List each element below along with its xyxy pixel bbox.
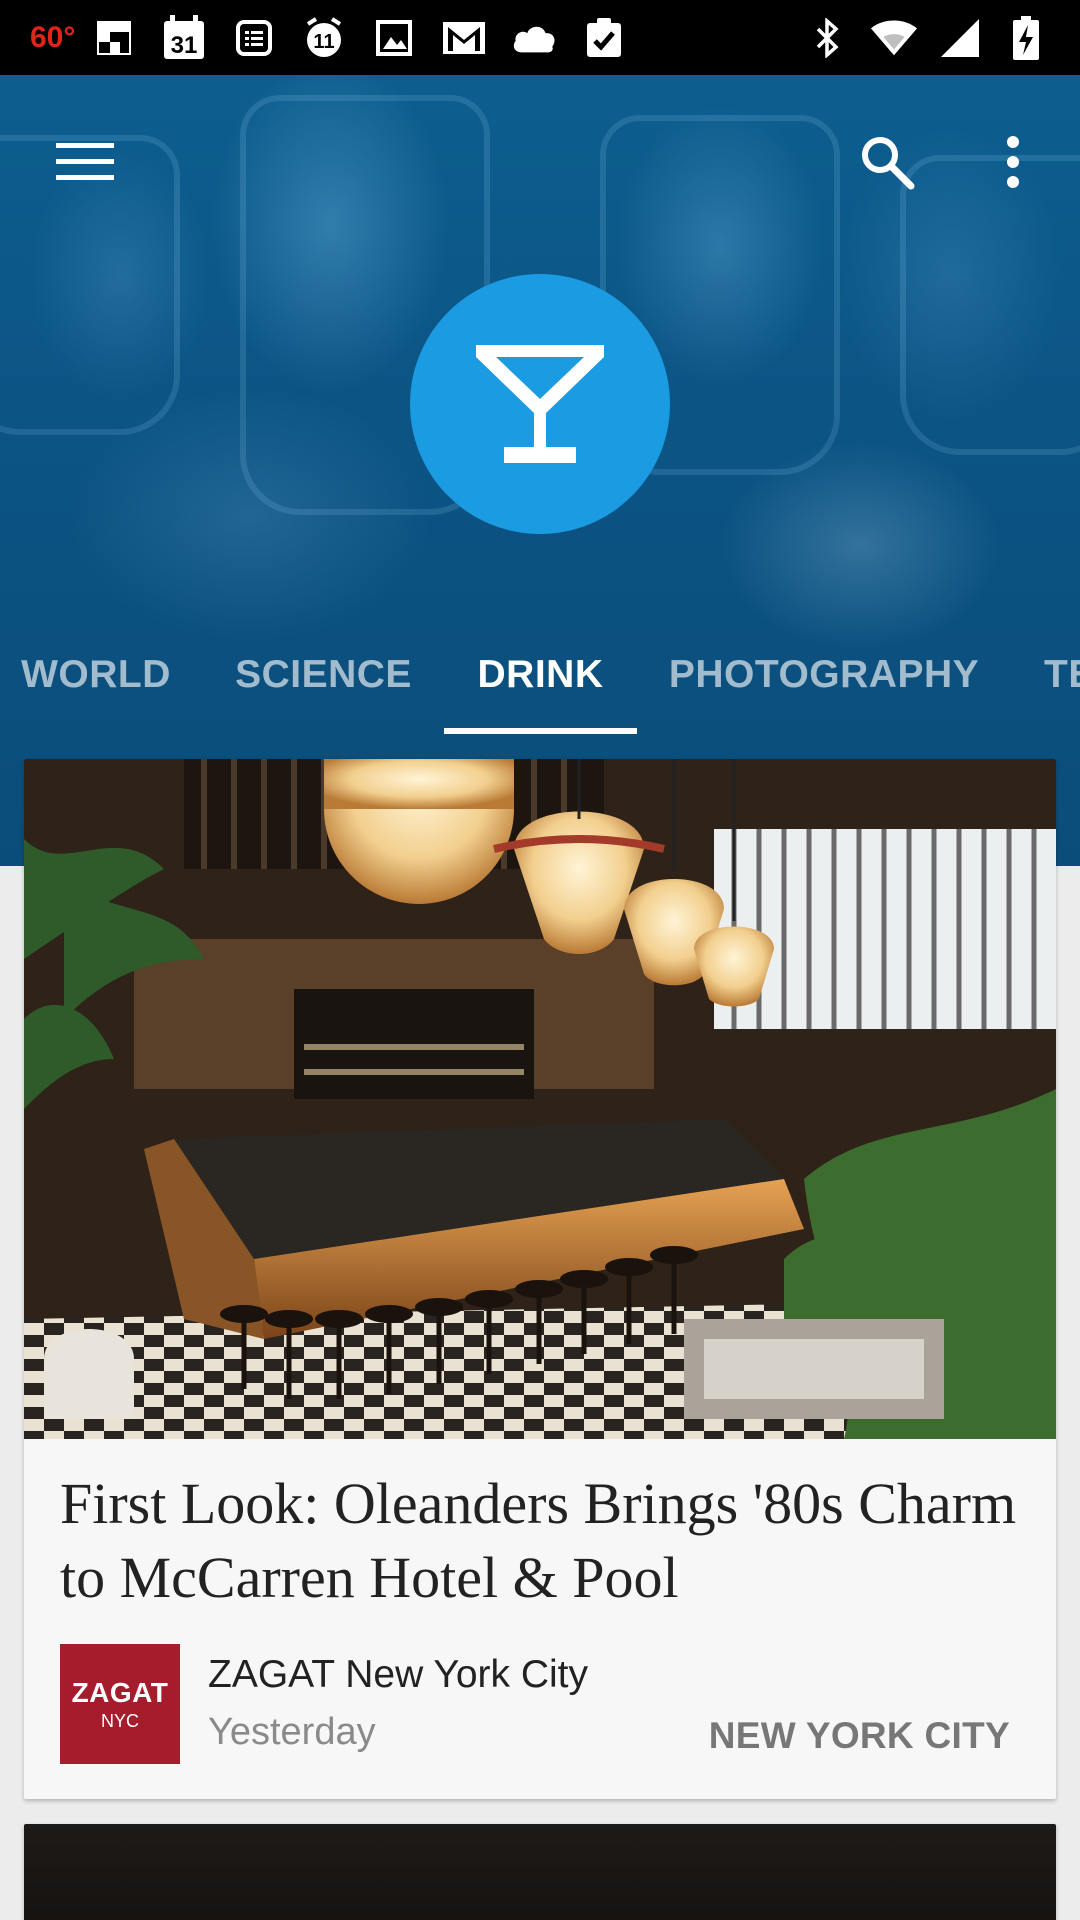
article-location[interactable]: NEW YORK CITY <box>709 1715 1010 1757</box>
category-tabs: WORLD SCIENCE DRINK PHOTOGRAPHY TE <box>0 620 1080 730</box>
temperature: 60° <box>30 20 76 54</box>
gmail-icon <box>440 14 488 62</box>
tab-drink[interactable]: DRINK <box>444 620 637 730</box>
source-logo-text: ZAGAT <box>71 1676 169 1708</box>
flipboard-icon <box>90 14 138 62</box>
alarm-number: 11 <box>313 31 334 53</box>
source-name[interactable]: ZAGAT New York City <box>208 1653 588 1697</box>
article-title[interactable]: First Look: Oleanders Brings '80s Charm … <box>60 1467 1020 1615</box>
more-vert-icon <box>1007 136 1019 188</box>
wifi-icon <box>870 14 918 62</box>
tab-world[interactable]: WORLD <box>0 620 192 730</box>
status-bar: 60° 31 11 <box>0 0 1080 75</box>
bluetooth-icon <box>804 14 852 62</box>
alarm-icon: 11 <box>300 14 348 62</box>
source-logo-subtext: NYC <box>100 1710 139 1731</box>
gallery-icon <box>370 14 418 62</box>
search-icon <box>862 137 915 190</box>
menu-button[interactable] <box>40 117 130 207</box>
tab-science[interactable]: SCIENCE <box>226 620 421 730</box>
calendar-icon: 31 <box>160 14 208 62</box>
article-card[interactable]: First Look: Oleanders Brings '80s Charm … <box>24 759 1056 1799</box>
restaurant-bar-photo <box>24 759 1056 1439</box>
source-logo[interactable]: ZAGAT NYC <box>60 1644 180 1764</box>
tasks-icon <box>580 14 628 62</box>
more-options-button[interactable] <box>968 117 1058 207</box>
search-button[interactable] <box>842 117 932 207</box>
signal-icon <box>936 14 984 62</box>
battery-charging-icon <box>1002 14 1050 62</box>
publish-time: Yesterday <box>208 1711 376 1753</box>
calendar-day: 31 <box>171 32 198 59</box>
martini-glass-icon <box>476 345 604 463</box>
tab-indicator <box>444 728 637 734</box>
tab-photography[interactable]: PHOTOGRAPHY <box>664 620 984 730</box>
tab-next[interactable]: TE <box>1044 620 1080 730</box>
next-article-card[interactable] <box>24 1824 1056 1920</box>
category-badge <box>410 274 670 534</box>
hamburger-icon <box>56 143 114 180</box>
article-image[interactable] <box>24 759 1056 1439</box>
category-header: WORLD SCIENCE DRINK PHOTOGRAPHY TE <box>0 75 1080 866</box>
news-icon <box>230 14 278 62</box>
cloud-icon <box>510 14 558 62</box>
